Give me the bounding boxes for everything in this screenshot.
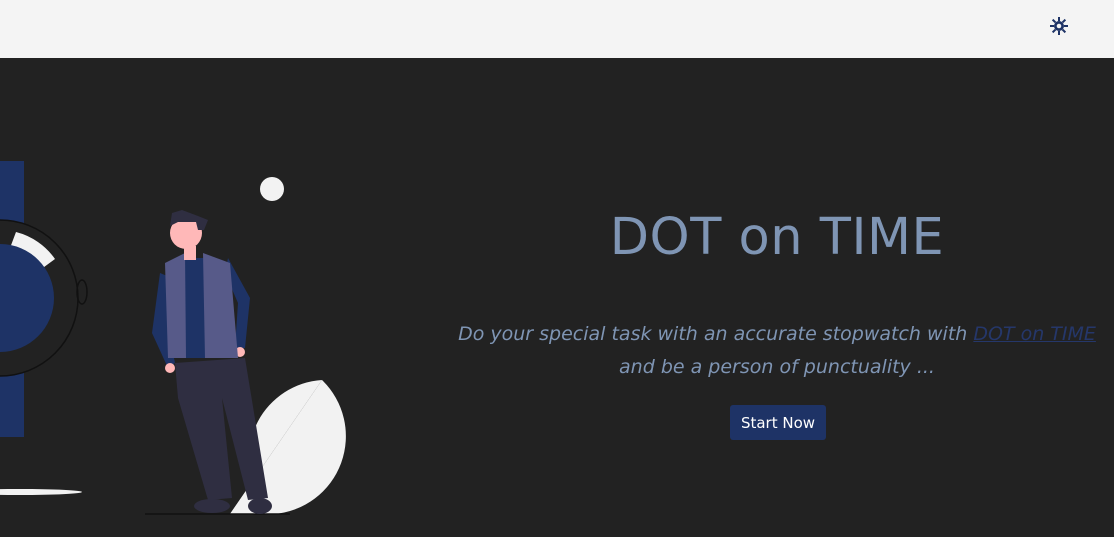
stopwatch-shadow (0, 489, 82, 495)
hero-section: DOT on TIME Do your special task with an… (0, 58, 1114, 537)
hero-text-after: and be a person of punctuality ... (619, 356, 935, 378)
navbar (0, 0, 1114, 58)
theme-toggle-button[interactable] (1049, 16, 1069, 36)
hero-description: Do your special task with an accurate st… (440, 318, 1114, 384)
hero-title: DOT on TIME (609, 208, 945, 267)
hero-text-before: Do your special task with an accurate st… (458, 323, 974, 345)
start-now-button[interactable]: Start Now (730, 405, 826, 440)
person-with-stopwatch-illustration (0, 161, 346, 515)
person-figure (152, 210, 272, 514)
floating-dot (260, 177, 284, 201)
sun-gear-icon (1050, 17, 1068, 35)
hero-link[interactable]: DOT on TIME (973, 323, 1096, 345)
